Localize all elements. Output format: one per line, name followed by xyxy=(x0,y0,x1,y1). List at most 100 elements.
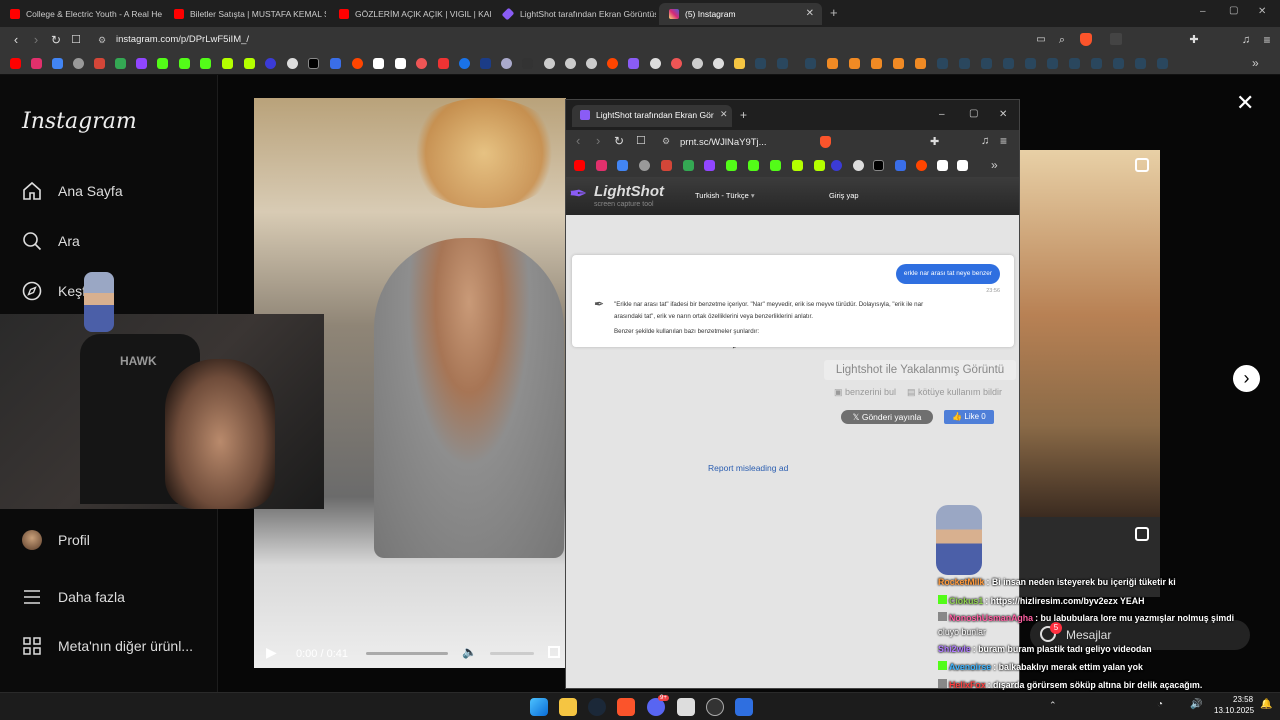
puzzle-icon[interactable]: ✚ xyxy=(1186,32,1202,48)
minimize-button[interactable]: – xyxy=(1200,6,1206,17)
url-field[interactable]: ⚙ instagram.com/p/DPrLwF5iIM_/ xyxy=(92,31,1027,49)
bookmark-icon[interactable]: ☐ xyxy=(636,134,646,147)
back-icon[interactable]: ‹ xyxy=(576,133,580,148)
steam-bookmark-icon[interactable] xyxy=(1091,58,1102,69)
brave-icon[interactable] xyxy=(617,698,635,716)
new-tab-button[interactable]: + xyxy=(740,108,747,122)
steam-bookmark-icon[interactable] xyxy=(805,58,816,69)
unity-icon[interactable] xyxy=(677,698,695,716)
site-settings-icon[interactable]: ⚙ xyxy=(662,136,670,147)
more-bookmarks-icon[interactable]: » xyxy=(1252,56,1259,70)
tab-instagram[interactable]: (5) Instagram ✕ xyxy=(659,3,822,25)
volume-slider[interactable] xyxy=(490,652,534,655)
tray-chevron-icon[interactable]: ⌃ xyxy=(1049,700,1057,711)
twitch-bookmark-icon[interactable] xyxy=(704,160,715,171)
steam-bookmark-icon[interactable] xyxy=(937,58,948,69)
kick-bookmark-icon[interactable] xyxy=(726,160,737,171)
gmail-bookmark-icon[interactable] xyxy=(94,58,105,69)
forward-icon[interactable]: › xyxy=(28,32,44,48)
clock-date[interactable]: 13.10.2025 xyxy=(1214,706,1254,715)
kick-bookmark-icon[interactable] xyxy=(770,160,781,171)
bookmark-icon[interactable] xyxy=(222,58,233,69)
globe-bookmark-icon[interactable] xyxy=(639,160,650,171)
reload-icon[interactable]: ↻ xyxy=(48,32,64,48)
patreon-bookmark-icon[interactable] xyxy=(937,160,948,171)
notification-icon[interactable]: 🔔 xyxy=(1260,699,1272,710)
next-post-button[interactable]: › xyxy=(1233,365,1260,392)
facebook-like-button[interactable]: 👍 Like 0 xyxy=(944,410,994,424)
tab-1[interactable]: College & Electric Youth - A Real Her xyxy=(0,3,162,25)
menu-icon[interactable]: ≡ xyxy=(1259,32,1275,48)
bookmark-icon[interactable] xyxy=(565,58,576,69)
bookmark-icon[interactable] xyxy=(438,58,449,69)
bookmark-icon[interactable] xyxy=(544,58,555,69)
popup-url[interactable]: prnt.sc/WJlNaY9Tj... xyxy=(680,137,767,148)
bookmark-icon[interactable] xyxy=(792,160,803,171)
bookmark-icon[interactable] xyxy=(330,58,341,69)
bookmark-icon[interactable] xyxy=(849,58,860,69)
close-window-button[interactable]: ✕ xyxy=(999,109,1007,120)
translate-bookmark-icon[interactable] xyxy=(52,58,63,69)
openai-bookmark-icon[interactable] xyxy=(853,160,864,171)
login-link[interactable]: Giriş yap xyxy=(829,191,859,200)
app-icon[interactable] xyxy=(735,698,753,716)
nav-more[interactable]: Daha fazla xyxy=(22,584,125,610)
bookmark-icon[interactable] xyxy=(244,58,255,69)
cast-icon[interactable]: ▭ xyxy=(1033,32,1049,48)
openai-bookmark-icon[interactable] xyxy=(287,58,298,69)
twitch-bookmark-icon[interactable] xyxy=(136,58,147,69)
steam-bookmark-icon[interactable] xyxy=(959,58,970,69)
new-tab-button[interactable]: + xyxy=(830,5,838,20)
bookmark-icon[interactable] xyxy=(893,58,904,69)
bookmark-icon[interactable] xyxy=(586,58,597,69)
seek-bar[interactable] xyxy=(366,652,448,655)
patreon-bookmark-icon[interactable] xyxy=(373,58,384,69)
reddit-bookmark-icon[interactable] xyxy=(607,58,618,69)
tab-2[interactable]: Biletler Satışta | MUSTAFA KEMAL Sin xyxy=(164,3,326,25)
screenshot-image[interactable]: erkle nar arası tat neye benzer 23:56 ✒ … xyxy=(572,255,1014,347)
back-icon[interactable]: ‹ xyxy=(8,32,24,48)
bookmark-icon[interactable] xyxy=(522,58,533,69)
folder-icon[interactable] xyxy=(734,58,745,69)
nav-home[interactable]: Ana Sayfa xyxy=(22,178,123,204)
bookmark-icon[interactable] xyxy=(831,160,842,171)
x-bookmark-icon[interactable] xyxy=(873,160,884,171)
nav-meta-products[interactable]: Meta'nın diğer ürünl... xyxy=(22,633,193,659)
bookmark-icon[interactable] xyxy=(814,160,825,171)
next-post-preview[interactable] xyxy=(1020,150,1160,517)
wifi-icon[interactable]: ◔ xyxy=(1157,699,1163,710)
lightshot-logo[interactable]: LightShot xyxy=(594,183,664,200)
bookmark-icon[interactable]: ☐ xyxy=(68,32,84,48)
steam-bookmark-icon[interactable] xyxy=(1025,58,1036,69)
lightshot-bookmark-icon[interactable] xyxy=(628,58,639,69)
youtube-bookmark-icon[interactable] xyxy=(10,58,21,69)
kick-bookmark-icon[interactable] xyxy=(157,58,168,69)
brave-shield-icon[interactable] xyxy=(1080,33,1092,46)
drive-bookmark-icon[interactable] xyxy=(683,160,694,171)
bookmark-icon[interactable] xyxy=(713,58,724,69)
report-abuse-link[interactable]: ▤ kötüye kullanım bildir xyxy=(907,387,1002,398)
zoom-icon[interactable]: ⌕ xyxy=(1054,32,1070,48)
bookmark-icon[interactable] xyxy=(265,58,276,69)
clock-time[interactable]: 23:58 xyxy=(1233,695,1253,704)
steam-bookmark-icon[interactable] xyxy=(981,58,992,69)
x-bookmark-icon[interactable] xyxy=(308,58,319,69)
steam-bookmark-icon[interactable] xyxy=(1069,58,1080,69)
fullscreen-icon[interactable] xyxy=(548,646,560,658)
close-tab-icon[interactable]: ✕ xyxy=(806,3,814,25)
extension-icon[interactable] xyxy=(1110,33,1122,45)
media-icon[interactable]: ♫ xyxy=(1238,32,1254,48)
puzzle-icon[interactable]: ✚ xyxy=(930,135,939,148)
close-window-button[interactable]: ✕ xyxy=(1258,6,1266,17)
steam-bookmark-icon[interactable] xyxy=(1047,58,1058,69)
volume-icon[interactable]: 🔊 xyxy=(1190,699,1202,710)
brave-shield-icon[interactable] xyxy=(820,136,831,148)
forward-icon[interactable]: › xyxy=(596,133,600,148)
translate-bookmark-icon[interactable] xyxy=(617,160,628,171)
nav-search[interactable]: Ara xyxy=(22,228,80,254)
kick-bookmark-icon[interactable] xyxy=(179,58,190,69)
kick-bookmark-icon[interactable] xyxy=(200,58,211,69)
drive-bookmark-icon[interactable] xyxy=(115,58,126,69)
maximize-button[interactable]: ▢ xyxy=(969,108,978,119)
bookmark-icon[interactable] xyxy=(416,58,427,69)
